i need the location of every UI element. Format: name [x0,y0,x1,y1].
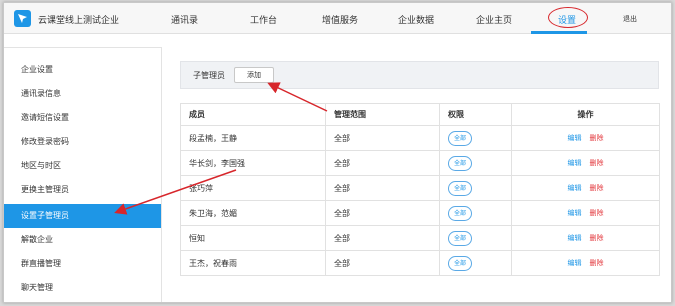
column-header-actions: 操作 [511,103,660,126]
permission-cell: 全部 [439,175,512,201]
member-cell: 张巧萍 [180,175,326,201]
scope-cell: 全部 [325,250,440,276]
nav-enterprise-data[interactable]: 企业数据 [398,13,434,26]
delete-link[interactable]: 删除 [590,134,604,142]
member-cell: 华长剑，李国强 [180,150,326,176]
table-row: 段孟楠，王静 全部 全部 编辑 删除 [180,125,660,151]
edit-link[interactable]: 编辑 [568,134,582,142]
actions-cell: 编辑 删除 [511,150,660,176]
sidebar-item-contacts-info[interactable]: 通讯录信息 [4,82,161,106]
column-header-scope: 管理范围 [325,103,440,126]
app-window: 云课堂线上测试企业 通讯录 工作台 增值服务 企业数据 企业主页 设置 退出 企… [3,2,672,303]
permission-cell: 全部 [439,200,512,226]
nav-value-added-services[interactable]: 增值服务 [322,13,358,26]
member-cell: 朱卫海，范媚 [180,200,326,226]
sidebar-item-change-password[interactable]: 修改登录密码 [4,130,161,154]
scope-cell: 全部 [325,200,440,226]
delete-link[interactable]: 删除 [590,259,604,267]
table-row: 张巧萍 全部 全部 编辑 删除 [180,175,660,201]
table-header-row: 成员 管理范围 权限 操作 [180,103,660,126]
sidebar-item-change-main-admin[interactable]: 更换主管理员 [4,178,161,202]
actions-cell: 编辑 删除 [511,175,660,201]
edit-link[interactable]: 编辑 [568,184,582,192]
permission-badge[interactable]: 全部 [448,230,473,246]
actions-cell: 编辑 删除 [511,200,660,226]
company-name: 云课堂线上测试企业 [38,16,120,26]
column-header-permission: 权限 [439,103,512,126]
member-cell: 段孟楠，王静 [180,125,326,151]
scope-cell: 全部 [325,225,440,251]
scope-cell: 全部 [325,125,440,151]
column-header-member: 成员 [180,103,326,126]
sidebar-item-region-timezone[interactable]: 地区与时区 [4,154,161,178]
permission-badge[interactable]: 全部 [448,130,473,146]
sidebar-item-chat-management[interactable]: 聊天管理 [4,276,161,300]
nav-contacts[interactable]: 通讯录 [171,13,198,26]
table-row: 华长剑，李国强 全部 全部 编辑 删除 [180,150,660,176]
permission-badge[interactable]: 全部 [448,205,473,221]
delete-link[interactable]: 删除 [590,234,604,242]
nav-workbench[interactable]: 工作台 [250,13,277,26]
delete-link[interactable]: 删除 [590,184,604,192]
permission-badge[interactable]: 全部 [448,255,473,271]
scope-cell: 全部 [325,175,440,201]
table-row: 恒知 全部 全部 编辑 删除 [180,225,660,251]
permission-cell: 全部 [439,250,512,276]
permission-badge[interactable]: 全部 [448,180,473,196]
edit-link[interactable]: 编辑 [568,159,582,167]
annotation-circle [548,7,588,28]
sidebar-item-group-live[interactable]: 群直播管理 [4,252,161,276]
member-cell: 恒知 [180,225,326,251]
actions-cell: 编辑 删除 [511,225,660,251]
sidebar-item-enterprise-settings[interactable]: 企业设置 [4,58,161,82]
edit-link[interactable]: 编辑 [568,209,582,217]
actions-cell: 编辑 删除 [511,250,660,276]
sidebar-item-sub-admins[interactable]: 设置子管理员 [4,204,161,228]
add-button[interactable]: 添加 [234,67,274,83]
sub-admin-table: 成员 管理范围 权限 操作 段孟楠，王静 全部 全部 编辑 删除 华长剑，李国强 … [180,103,660,276]
permission-cell: 全部 [439,125,512,151]
top-navigation-bar: 云课堂线上测试企业 通讯录 工作台 增值服务 企业数据 企业主页 设置 退出 [4,3,671,34]
actions-cell: 编辑 删除 [511,125,660,151]
member-cell: 王杰，祝春雨 [180,250,326,276]
permission-badge[interactable]: 全部 [448,155,473,171]
nav-enterprise-homepage[interactable]: 企业主页 [476,13,512,26]
edit-link[interactable]: 编辑 [568,259,582,267]
table-row: 王杰，祝春雨 全部 全部 编辑 删除 [180,250,660,276]
logo-icon [14,10,31,27]
logout-link[interactable]: 退出 [623,14,637,24]
edit-link[interactable]: 编辑 [568,234,582,242]
permission-cell: 全部 [439,225,512,251]
sidebar-item-dissolve-enterprise[interactable]: 解散企业 [4,228,161,252]
permission-cell: 全部 [439,150,512,176]
delete-link[interactable]: 删除 [590,159,604,167]
scope-cell: 全部 [325,150,440,176]
active-nav-indicator [531,31,587,34]
sub-admin-toolbar: 子管理员 添加 [180,61,659,89]
section-title: 子管理员 [193,71,225,80]
delete-link[interactable]: 删除 [590,209,604,217]
sidebar-item-invite-sms[interactable]: 邀请短信设置 [4,106,161,130]
settings-sidebar: 企业设置 通讯录信息 邀请短信设置 修改登录密码 地区与时区 更换主管理员 设置… [4,47,162,302]
table-row: 朱卫海，范媚 全部 全部 编辑 删除 [180,200,660,226]
